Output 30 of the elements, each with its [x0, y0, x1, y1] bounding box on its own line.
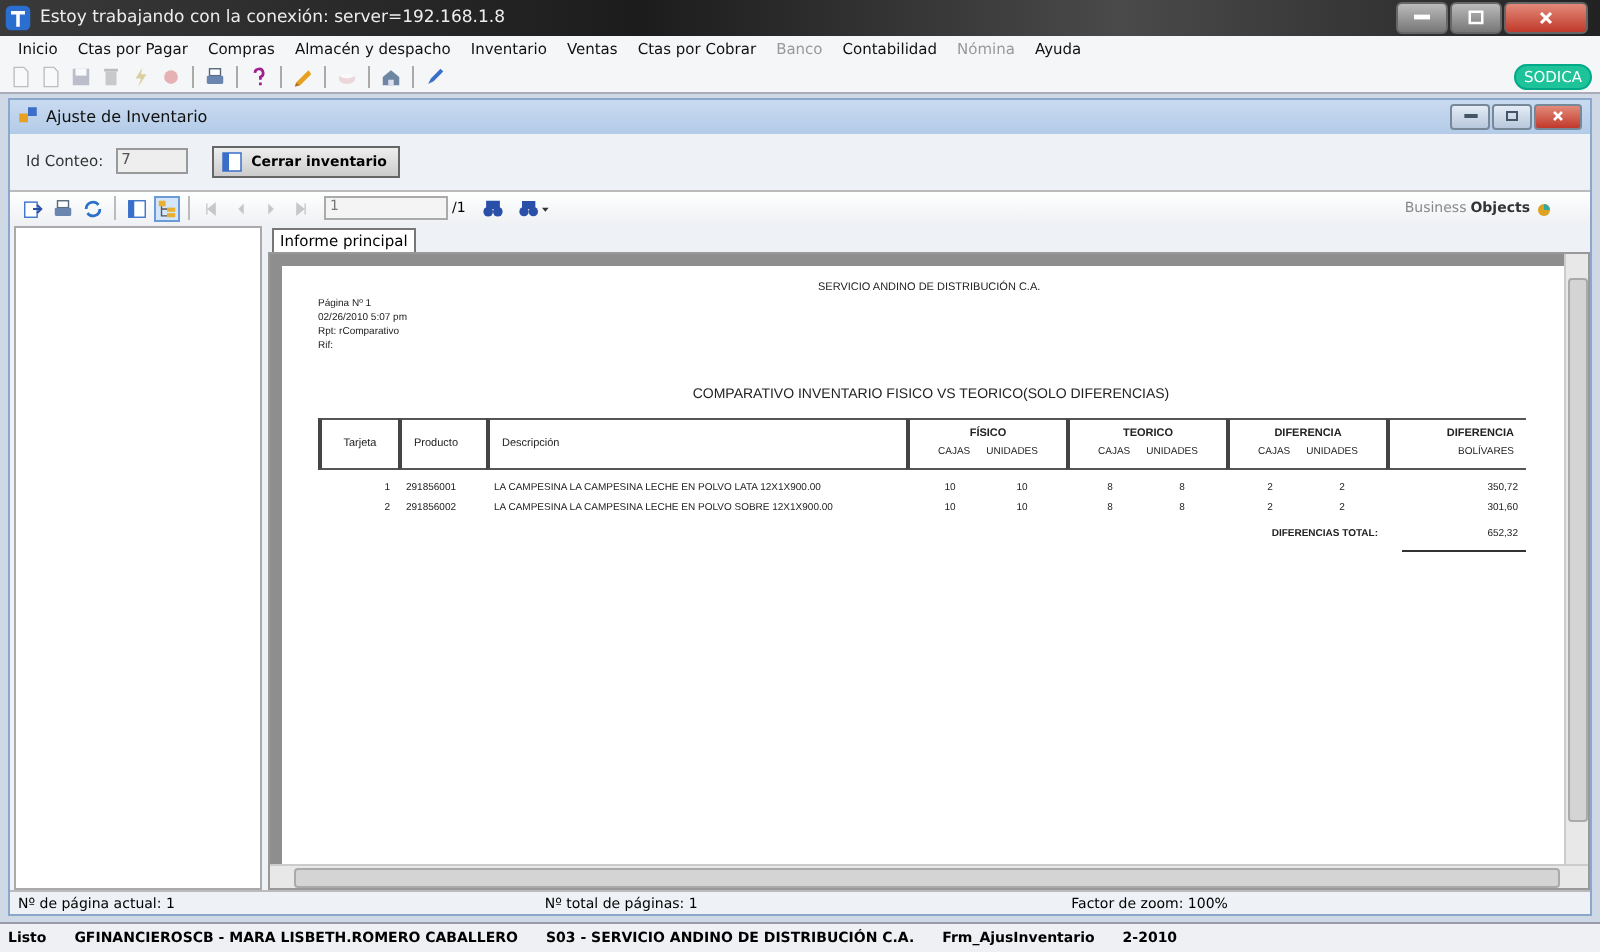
minimize-button[interactable]	[1450, 103, 1490, 130]
house-icon[interactable]	[380, 65, 402, 88]
close-icon	[1534, 7, 1558, 28]
maximize-icon	[1502, 108, 1522, 125]
tree-icon[interactable]	[156, 197, 178, 220]
panel-icon[interactable]	[126, 197, 148, 220]
horizontal-scrollbar[interactable]	[270, 864, 1588, 889]
window-icon	[219, 149, 244, 174]
pen-icon[interactable]	[424, 65, 446, 88]
minimize-button[interactable]	[1396, 1, 1448, 34]
close-icon	[1548, 108, 1568, 125]
refresh-icon[interactable]	[82, 197, 104, 220]
maximize-button[interactable]	[1492, 103, 1532, 130]
close-button[interactable]	[1504, 1, 1588, 34]
question-mark-icon[interactable]	[248, 65, 270, 88]
app-logo-icon	[4, 3, 32, 32]
vertical-scrollbar[interactable]	[1564, 253, 1588, 865]
close-button[interactable]	[1534, 103, 1582, 130]
window-title: Estoy trabajando con la conexión: server=192.168.1.8	[40, 7, 507, 28]
maximize-icon	[1464, 7, 1488, 28]
zoom-dropdown-icon[interactable]	[517, 197, 550, 220]
export-icon[interactable]	[22, 197, 44, 220]
printer-icon[interactable]	[204, 65, 226, 88]
minimize-icon	[1414, 14, 1430, 21]
minimize-icon	[1463, 114, 1477, 119]
maximize-button[interactable]	[1450, 1, 1502, 34]
binoculars-icon[interactable]	[481, 197, 504, 220]
printer-icon[interactable]	[52, 197, 74, 220]
child-window-title: Ajuste de Inventario	[46, 107, 210, 126]
form-icon	[18, 106, 38, 127]
